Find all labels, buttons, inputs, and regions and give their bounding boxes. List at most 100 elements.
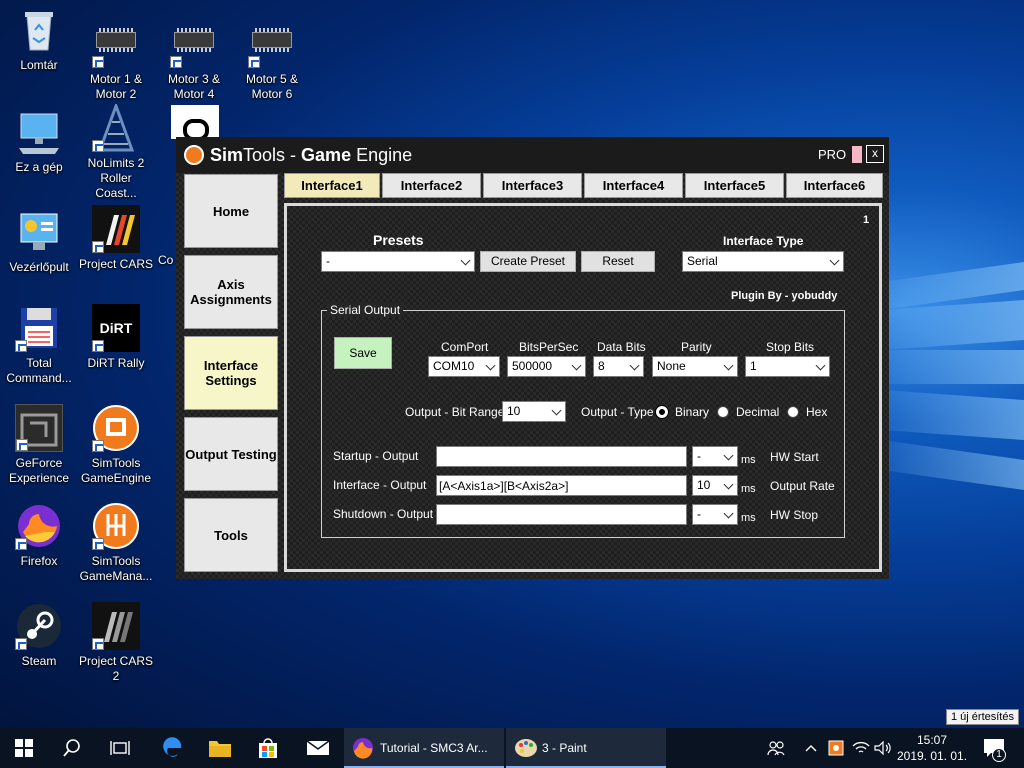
title-bar[interactable]: SimTools - Game Engine PRO x <box>176 137 889 173</box>
steam-icon <box>15 602 63 650</box>
desktop-icon-simtools-gamemanager[interactable]: SimTools GameMana... <box>78 502 154 584</box>
firefox-icon <box>353 738 373 759</box>
recycle-bin-icon <box>15 6 63 54</box>
control-panel-icon <box>15 208 63 256</box>
desktop-icon-label: DiRT Rally <box>87 356 145 370</box>
desktop-icon-project-cars-2[interactable]: Project CARS 2 <box>78 602 154 684</box>
store-button[interactable] <box>244 728 292 768</box>
chevron-down-icon <box>723 360 734 371</box>
desktop-icon-recycle-bin[interactable]: Lomtár <box>1 6 77 73</box>
desktop-icon-this-pc[interactable]: Ez a gép <box>1 108 77 175</box>
desktop-icon-motor34[interactable]: Motor 3 & Motor 4 <box>156 20 232 102</box>
interface-ms-dropdown[interactable]: 10 <box>692 475 738 496</box>
volume-button[interactable] <box>872 728 894 768</box>
notification-toast[interactable]: 1 új értesítés <box>946 709 1019 725</box>
desktop-icon-label: Vezérlőpult <box>9 260 69 274</box>
create-preset-button[interactable]: Create Preset <box>480 251 576 272</box>
bit-range-dropdown[interactable]: 10 <box>502 401 566 422</box>
sidebar-item-home[interactable]: Home <box>184 174 278 248</box>
desktop-icon-label: Project CARS 2 <box>78 654 154 683</box>
sidebar-item-axis-assignments[interactable]: Axis Assignments <box>184 255 278 329</box>
desktop-icon-firefox[interactable]: Firefox <box>1 502 77 569</box>
people-icon <box>767 741 785 756</box>
start-button[interactable] <box>0 728 48 768</box>
desktop-icon-partial[interactable]: Co <box>148 205 178 268</box>
chevron-down-icon <box>629 360 640 371</box>
taskbar-app-label: Tutorial - SMC3 Ar... <box>380 741 488 755</box>
chevron-down-icon <box>723 508 734 519</box>
hex-radio[interactable] <box>787 406 799 418</box>
comport-dropdown[interactable]: COM10 <box>428 356 500 377</box>
bits-per-sec-dropdown[interactable]: 500000 <box>507 356 586 377</box>
desktop-icon-nolimits[interactable]: NoLimits 2 Roller Coast... <box>78 101 154 201</box>
sidebar-item-output-testing[interactable]: Output Testing <box>184 417 278 491</box>
binary-radio[interactable] <box>656 406 668 418</box>
presets-label: Presets <box>373 232 424 248</box>
clock[interactable]: 15:07 2019. 01. 01. <box>896 732 968 764</box>
decimal-radio[interactable] <box>717 406 729 418</box>
file-explorer-button[interactable] <box>196 728 244 768</box>
floppy-disk-icon <box>15 304 63 352</box>
store-icon <box>259 738 277 758</box>
desktop-icon-label: Firefox <box>20 554 58 568</box>
startup-output-field[interactable] <box>436 446 687 467</box>
simtools-tray-button[interactable] <box>826 728 846 768</box>
tab-interface3[interactable]: Interface3 <box>483 173 582 198</box>
startup-ms-dropdown[interactable]: - <box>692 446 738 467</box>
interface-output-label: Interface - Output <box>333 478 427 492</box>
close-button[interactable]: x <box>866 145 884 163</box>
parity-dropdown[interactable]: None <box>652 356 738 377</box>
windows-icon <box>15 739 33 757</box>
reset-button[interactable]: Reset <box>581 251 655 272</box>
chevron-down-icon <box>829 255 840 266</box>
desktop-icon-label: GeForce Experience <box>8 456 70 485</box>
action-center-button[interactable]: 1 <box>972 728 1016 768</box>
desktop-icon-motor12[interactable]: Motor 1 & Motor 2 <box>78 20 154 102</box>
sidebar-item-tools[interactable]: Tools <box>184 498 278 572</box>
shutdown-ms-label: ms <box>741 512 756 524</box>
save-button[interactable]: Save <box>334 337 392 369</box>
desktop-icon-dirt-rally[interactable]: DiRT DiRT Rally <box>78 304 154 371</box>
desktop-icon-motor56[interactable]: Motor 5 & Motor 6 <box>234 20 310 102</box>
geforce-icon <box>15 404 63 452</box>
desktop-icon-geforce[interactable]: GeForce Experience <box>1 404 77 486</box>
tab-interface2[interactable]: Interface2 <box>382 173 481 198</box>
chip-icon <box>170 20 218 68</box>
desktop-icon-simtools-gameengine[interactable]: SimTools GameEngine <box>78 404 154 486</box>
desktop-icon-label: Lomtár <box>20 58 58 72</box>
edge-button[interactable] <box>148 728 196 768</box>
taskbar-app-paint[interactable]: 3 - Paint <box>506 728 666 768</box>
people-button[interactable] <box>764 728 788 768</box>
chevron-down-icon <box>551 405 562 416</box>
desktop-icon-project-cars[interactable]: Project CARS <box>78 205 154 272</box>
bit-range-label: Output - Bit Range <box>405 405 505 419</box>
tab-interface6[interactable]: Interface6 <box>786 173 883 198</box>
desktop-icon-control-panel[interactable]: Vezérlőpult <box>1 208 77 275</box>
project-cars-icon <box>92 602 140 650</box>
interface-output-field[interactable]: [A<Axis1a>][B<Axis2a>] <box>436 475 687 496</box>
simtools-manager-icon <box>92 502 140 550</box>
tab-interface4[interactable]: Interface4 <box>584 173 683 198</box>
tray-overflow-button[interactable] <box>800 728 822 768</box>
presets-dropdown[interactable]: - <box>321 251 475 272</box>
oculus-icon[interactable] <box>171 105 219 141</box>
shutdown-output-field[interactable] <box>436 504 687 525</box>
tab-interface1[interactable]: Interface1 <box>284 173 380 198</box>
interface-type-dropdown[interactable]: Serial <box>682 251 844 272</box>
network-button[interactable] <box>850 728 872 768</box>
sidebar-item-interface-settings[interactable]: Interface Settings <box>184 336 278 410</box>
taskbar-app-firefox[interactable]: Tutorial - SMC3 Ar... <box>344 728 504 768</box>
desktop-icon-label: Total Command... <box>6 356 72 385</box>
search-button[interactable] <box>48 728 96 768</box>
stop-bits-dropdown[interactable]: 1 <box>745 356 830 377</box>
tab-interface5[interactable]: Interface5 <box>685 173 784 198</box>
data-bits-dropdown[interactable]: 8 <box>593 356 644 377</box>
desktop-icon-total-commander[interactable]: Total Command... <box>1 304 77 386</box>
shutdown-ms-dropdown[interactable]: - <box>692 504 738 525</box>
interface-type-label: Interface Type <box>723 234 804 248</box>
mail-button[interactable] <box>294 728 342 768</box>
task-view-button[interactable] <box>96 728 144 768</box>
app-icon <box>148 205 178 253</box>
hw-stop-label: HW Stop <box>770 508 819 522</box>
desktop-icon-steam[interactable]: Steam <box>1 602 77 669</box>
